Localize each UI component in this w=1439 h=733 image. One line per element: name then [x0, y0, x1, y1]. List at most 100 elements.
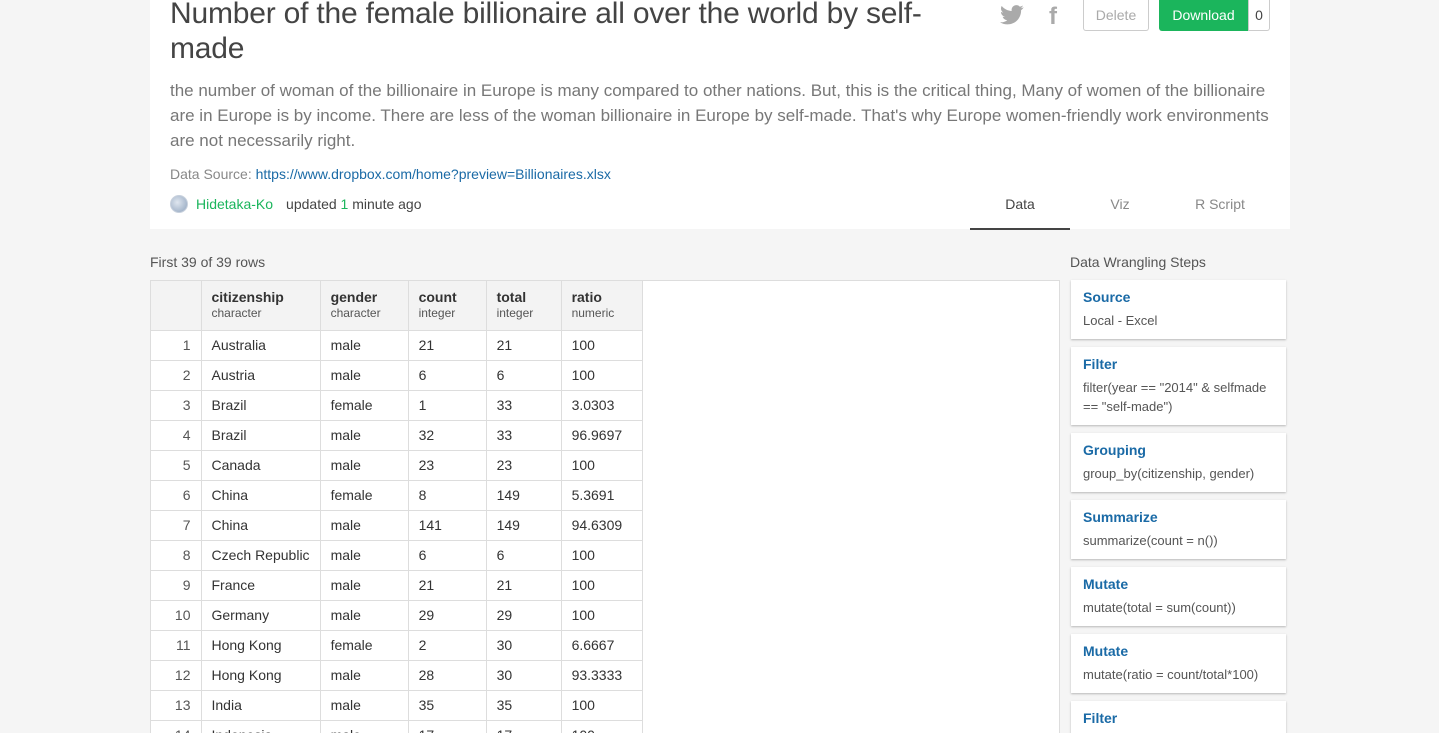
step-name[interactable]: Mutate: [1083, 642, 1274, 660]
table-cell-total: 30: [486, 630, 562, 661]
table-cell-ratio: 5.3691: [561, 480, 643, 511]
step-name[interactable]: Mutate: [1083, 575, 1274, 593]
table-cell-total: 35: [486, 690, 562, 721]
row-index: 12: [151, 660, 202, 691]
updated-number: 1: [340, 196, 349, 212]
data-source: Data Source: https://www.dropbox.com/hom…: [170, 166, 611, 182]
column-type: numeric: [571, 306, 615, 320]
step-name[interactable]: Summarize: [1083, 508, 1274, 526]
table-cell-citizenship: Hong Kong: [201, 630, 321, 661]
table-cell-ratio: 100: [561, 690, 643, 721]
column-name: total: [496, 289, 527, 305]
step-card[interactable]: Filter: [1071, 701, 1286, 733]
column-name: count: [418, 289, 457, 305]
row-index: 1: [151, 330, 202, 361]
column-header[interactable]: count integer: [408, 281, 487, 331]
table-cell-citizenship: Indonesia: [201, 720, 321, 733]
author-name[interactable]: Hidetaka-Ko: [196, 195, 273, 213]
table-cell-gender: male: [320, 720, 409, 733]
table-body: 1 Australia male 21 21 100 2 Austria male 6 6 100 3 B…: [151, 330, 643, 733]
table-cell-total: 6: [486, 360, 562, 391]
tab-data[interactable]: Data: [970, 186, 1070, 230]
table-row: 8 Czech Republic male 6 6 100: [151, 540, 643, 571]
project-header: Number of the female billionaire all ove…: [150, 0, 1290, 230]
steps-label: Data Wrangling Steps: [1070, 254, 1206, 270]
row-index: 6: [151, 480, 202, 511]
rows-count-label: First 39 of 39 rows: [150, 254, 266, 270]
column-header[interactable]: ratio numeric: [561, 281, 643, 331]
data-source-label: Data Source:: [170, 166, 252, 182]
table-cell-total: 149: [486, 510, 562, 541]
table-cell-total: 6: [486, 540, 562, 571]
row-index: 13: [151, 690, 202, 721]
row-index: 14: [151, 720, 202, 733]
step-name[interactable]: Grouping: [1083, 441, 1274, 459]
table-cell-citizenship: Brazil: [201, 390, 321, 421]
table-row: 6 China female 8 149 5.3691: [151, 480, 643, 511]
column-header[interactable]: citizenship character: [201, 281, 321, 331]
table-cell-count: 6: [408, 360, 487, 391]
step-card[interactable]: Summarize summarize(count = n()): [1071, 500, 1286, 559]
table-row: 14Indonesiamale1717100: [151, 720, 643, 733]
avatar[interactable]: [170, 195, 188, 213]
data-table-container[interactable]: citizenship character gender character cou…: [150, 280, 1060, 733]
step-name[interactable]: Filter: [1083, 709, 1274, 727]
table-cell-ratio: 100: [561, 540, 643, 571]
delete-button[interactable]: Delete: [1083, 0, 1149, 31]
table-cell-ratio: 100: [561, 570, 643, 601]
column-header[interactable]: gender character: [320, 281, 409, 331]
table-cell-count: 1: [408, 390, 487, 421]
step-card[interactable]: Grouping group_by(citizenship, gender): [1071, 433, 1286, 492]
table-cell-citizenship: Hong Kong: [201, 660, 321, 691]
table-row: 12 Hong Kong male 28 30 93.3333: [151, 660, 643, 691]
table-cell-count: 35: [408, 690, 487, 721]
table-cell-total: 21: [486, 330, 562, 361]
tab-viz[interactable]: Viz: [1070, 186, 1170, 230]
table-cell-count: 28: [408, 660, 487, 691]
facebook-icon[interactable]: f: [1049, 4, 1057, 30]
table-cell-count: 29: [408, 600, 487, 631]
table-cell-ratio: 6.6667: [561, 630, 643, 661]
table-cell-total: 33: [486, 390, 562, 421]
table-row: 10 Germany male 29 29 100: [151, 600, 643, 631]
step-card[interactable]: Mutate mutate(ratio = count/total*100): [1071, 634, 1286, 693]
row-index: 9: [151, 570, 202, 601]
download-button[interactable]: Download: [1159, 0, 1248, 31]
table-cell-citizenship: Australia: [201, 330, 321, 361]
table-cell-citizenship: Czech Republic: [201, 540, 321, 571]
column-header[interactable]: total integer: [486, 281, 562, 331]
table-cell-count: 23: [408, 450, 487, 481]
author-line: Hidetaka-Ko updated 1 minute ago: [170, 195, 422, 213]
table-row: 7 China male 141 149 94.6309: [151, 510, 643, 541]
data-table: citizenship character gender character cou…: [151, 281, 643, 733]
tab-r-script[interactable]: R Script: [1170, 186, 1270, 230]
step-card[interactable]: Filter filter(year == "2014" & selfmade …: [1071, 347, 1286, 425]
row-index: 5: [151, 450, 202, 481]
table-cell-count: 21: [408, 570, 487, 601]
step-code: group_by(citizenship, gender): [1083, 466, 1255, 481]
step-card[interactable]: Source Local - Excel: [1071, 280, 1286, 339]
step-name[interactable]: Filter: [1083, 355, 1274, 373]
step-card[interactable]: Mutate mutate(total = sum(count)): [1071, 567, 1286, 626]
step-code: mutate(ratio = count/total*100): [1083, 667, 1259, 682]
table-cell-citizenship: Canada: [201, 450, 321, 481]
table-cell-count: 32: [408, 420, 487, 451]
table-cell-count: 2: [408, 630, 487, 661]
table-cell-citizenship: Austria: [201, 360, 321, 391]
column-type: character: [330, 306, 381, 320]
twitter-icon[interactable]: [1000, 4, 1024, 26]
table-cell-ratio: 100: [561, 720, 643, 733]
step-name[interactable]: Source: [1083, 288, 1274, 306]
table-cell-citizenship: India: [201, 690, 321, 721]
table-cell-total: 23: [486, 450, 562, 481]
row-index: 8: [151, 540, 202, 571]
table-cell-ratio: 93.3333: [561, 660, 643, 691]
column-name: citizenship: [211, 289, 284, 305]
table-row: 4 Brazil male 32 33 96.9697: [151, 420, 643, 451]
table-cell-gender: male: [320, 510, 409, 541]
table-row: 3 Brazil female 1 33 3.0303: [151, 390, 643, 421]
data-source-link[interactable]: https://www.dropbox.com/home?preview=Bil…: [256, 166, 611, 182]
table-cell-count: 8: [408, 480, 487, 511]
updated-text: updated 1 minute ago: [286, 195, 421, 213]
table-cell-ratio: 100: [561, 450, 643, 481]
